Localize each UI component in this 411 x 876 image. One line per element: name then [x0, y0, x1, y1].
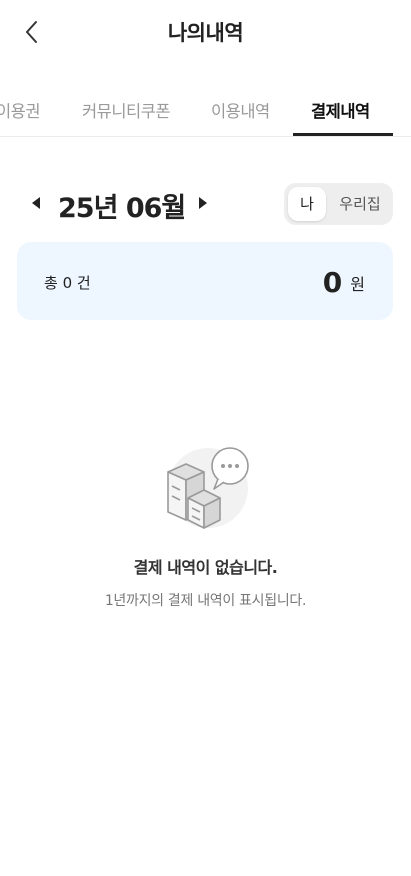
prev-month-button[interactable]	[27, 193, 47, 213]
payment-count: 총 0 건	[44, 274, 91, 292]
next-month-icon	[199, 197, 207, 209]
payment-total: 0원	[323, 266, 365, 299]
tab-bar: 이용권 커뮤니티쿠폰 이용내역 결제내역	[0, 84, 411, 137]
next-month-button[interactable]	[192, 193, 212, 213]
owner-option-me[interactable]: 나	[288, 187, 326, 221]
tab-usage-history[interactable]: 이용내역	[211, 98, 270, 122]
empty-state-subtitle: 1년까지의 결제 내역이 표시됩니다.	[104, 593, 307, 609]
tab-payment-history[interactable]: 결제내역	[311, 98, 370, 122]
page-title: 나의내역	[167, 21, 244, 45]
currency-unit: 원	[350, 274, 365, 294]
active-tab-indicator	[293, 133, 393, 136]
tab-community-coupon[interactable]: 커뮤니티쿠폰	[82, 98, 171, 122]
total-amount: 0	[322, 266, 343, 299]
tab-voucher[interactable]: 이용권	[0, 98, 41, 122]
empty-state-title: 결제 내역이 없습니다.	[133, 558, 278, 577]
app-header: 나의내역	[0, 0, 411, 64]
owner-toggle: 나 우리집	[284, 183, 393, 225]
payment-summary-card: 총 0 건 0원	[17, 242, 393, 320]
empty-receipt-illustration	[160, 442, 256, 534]
owner-option-household[interactable]: 우리집	[330, 187, 390, 221]
month-label: 25년 06월	[58, 193, 186, 224]
prev-month-icon	[32, 197, 40, 209]
